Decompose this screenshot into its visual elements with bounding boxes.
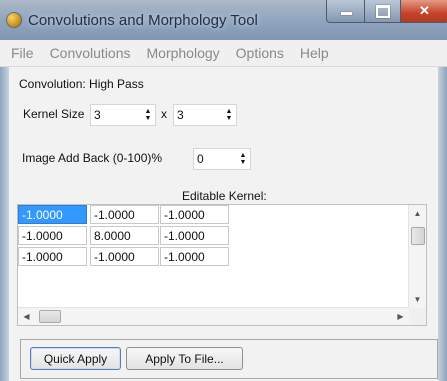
image-add-back-stepper[interactable]: 0 ▲ ▼ (193, 148, 251, 170)
image-add-back-spin-icon[interactable]: ▲ ▼ (236, 150, 250, 168)
scroll-down-icon[interactable]: ▼ (409, 291, 426, 308)
quick-apply-button[interactable]: Quick Apply (30, 347, 121, 370)
window-frame-left (0, 40, 9, 381)
menu-bar: File Convolutions Morphology Options Hel… (0, 40, 447, 67)
close-button[interactable]: ✕ (400, 0, 447, 23)
app-icon (6, 12, 22, 28)
title-bar[interactable]: Convolutions and Morphology Tool ✕ (0, 0, 447, 41)
kernel-size-times: x (161, 107, 167, 121)
main-content: Convolution: High Pass Kernel Size 3 ▲ ▼ … (9, 67, 438, 381)
menu-morphology[interactable]: Morphology (139, 45, 228, 61)
kernel-cell-1-2[interactable]: -1.0000 (160, 226, 229, 245)
scroll-right-icon[interactable]: ▶ (392, 308, 409, 325)
kernel-cell-1-0[interactable]: -1.0000 (18, 226, 87, 245)
horizontal-scroll-thumb[interactable] (39, 310, 61, 323)
kernel-cell-2-2[interactable]: -1.0000 (160, 247, 229, 266)
kernel-height-value: 3 (177, 108, 184, 122)
vertical-scrollbar[interactable]: ▲ ▼ (408, 205, 426, 308)
editable-kernel-label: Editable Kernel: (182, 189, 267, 203)
menu-help[interactable]: Help (292, 45, 337, 61)
scroll-left-icon[interactable]: ◀ (18, 308, 35, 325)
kernel-cell-0-2[interactable]: -1.0000 (160, 205, 229, 224)
menu-convolutions[interactable]: Convolutions (42, 45, 139, 61)
scroll-up-icon[interactable]: ▲ (409, 205, 426, 222)
kernel-cell-2-1[interactable]: -1.0000 (90, 247, 159, 266)
kernel-width-stepper[interactable]: 3 ▲ ▼ (90, 104, 156, 126)
scrollbar-corner (409, 308, 426, 325)
vertical-scroll-thumb[interactable] (411, 227, 425, 245)
action-panel: Quick Apply Apply To File... (20, 339, 438, 379)
kernel-cell-2-0[interactable]: -1.0000 (18, 247, 87, 266)
kernel-cell-1-1[interactable]: 8.0000 (90, 226, 159, 245)
maximize-button[interactable] (364, 0, 402, 23)
convolution-label: Convolution: High Pass (19, 77, 144, 91)
image-add-back-value: 0 (197, 152, 204, 166)
menu-options[interactable]: Options (228, 45, 292, 61)
close-icon: ✕ (419, 3, 430, 18)
kernel-cell-0-0[interactable]: -1.0000 (18, 205, 87, 224)
kernel-height-stepper[interactable]: 3 ▲ ▼ (173, 104, 237, 126)
kernel-cell-0-1[interactable]: -1.0000 (90, 205, 159, 224)
minimize-icon (340, 12, 352, 15)
kernel-height-spin-icon[interactable]: ▲ ▼ (222, 106, 236, 124)
maximize-icon (376, 4, 390, 18)
window: Convolutions and Morphology Tool ✕ File … (0, 0, 447, 381)
kernel-width-spin-icon[interactable]: ▲ ▼ (141, 106, 155, 124)
kernel-width-value: 3 (94, 108, 101, 122)
kernel-size-label: Kernel Size (23, 107, 85, 121)
apply-to-file-button[interactable]: Apply To File... (126, 347, 243, 370)
window-frame-right (438, 40, 447, 381)
horizontal-scrollbar[interactable]: ◀ ▶ (18, 307, 409, 325)
minimize-button[interactable] (326, 0, 366, 23)
window-title: Convolutions and Morphology Tool (28, 12, 258, 29)
kernel-grid: -1.0000 -1.0000 -1.0000 -1.0000 8.0000 -… (17, 204, 427, 326)
image-add-back-label: Image Add Back (0-100)% (22, 151, 163, 165)
menu-file[interactable]: File (0, 45, 42, 61)
